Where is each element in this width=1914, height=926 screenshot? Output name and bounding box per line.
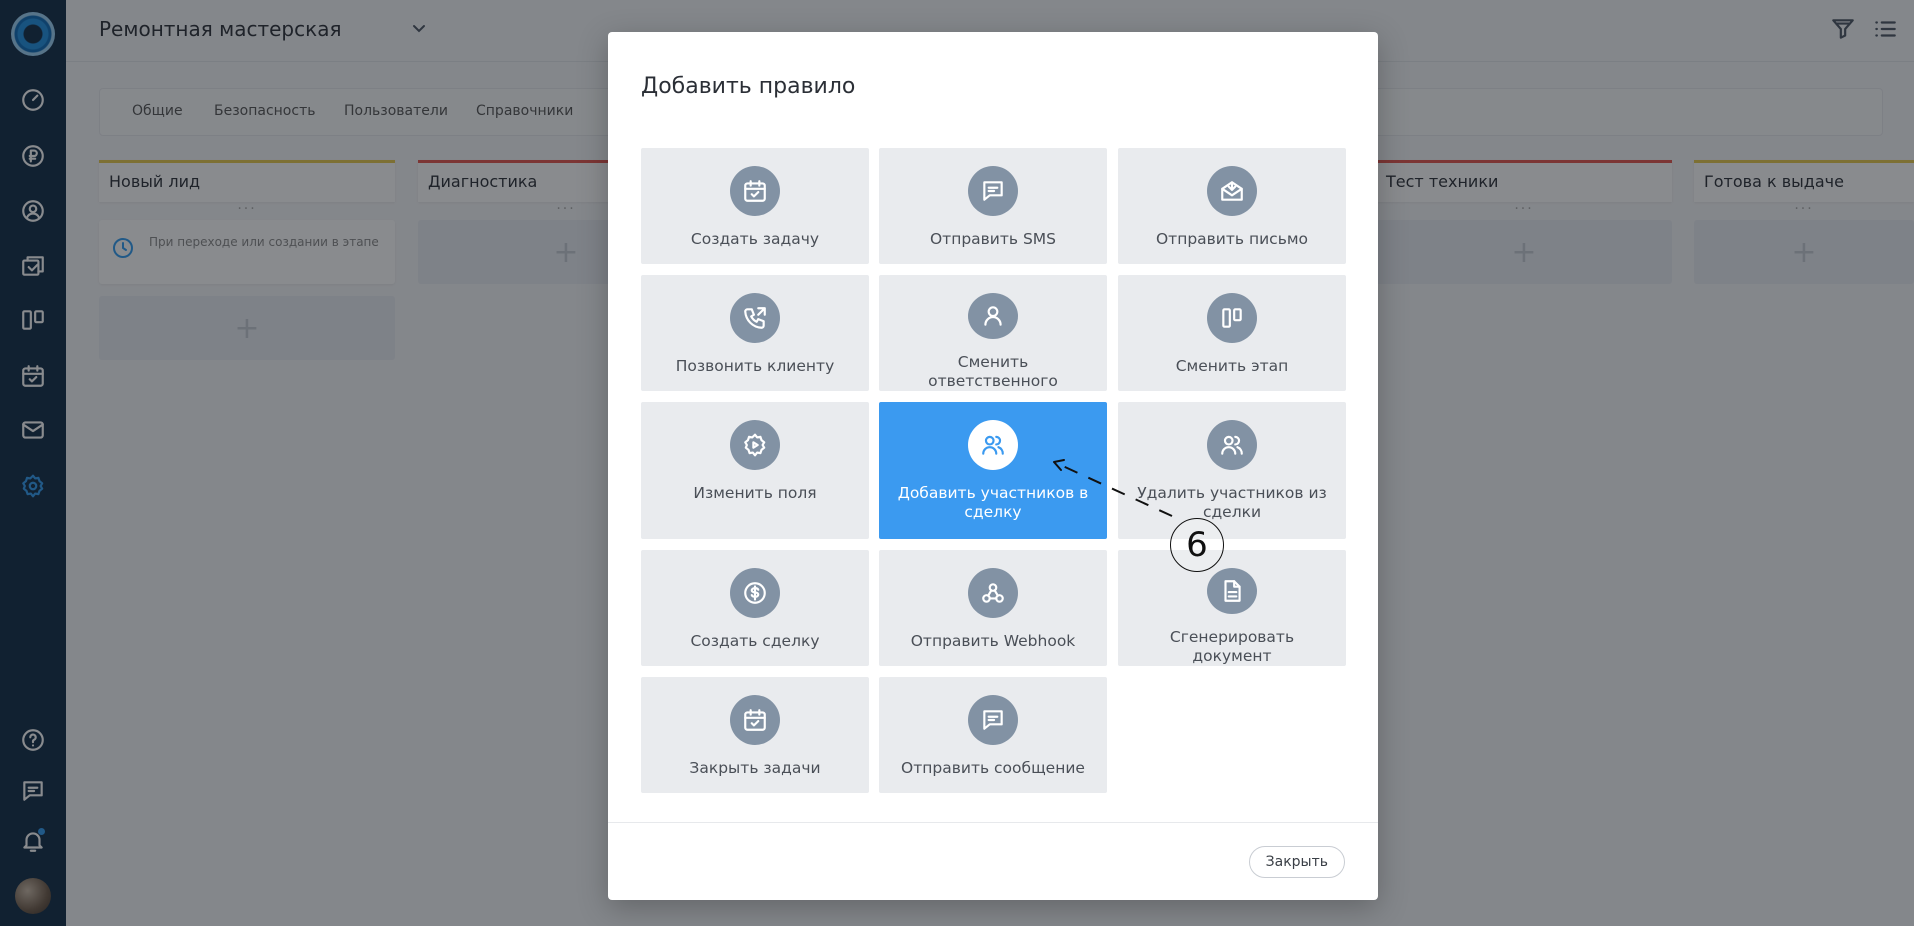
action-create-deal[interactable]: Создать сделку <box>641 550 869 666</box>
dollar-circle-icon <box>730 568 780 618</box>
user-icon <box>968 293 1018 339</box>
action-label: Закрыть задачи <box>689 759 821 777</box>
message-icon <box>968 695 1018 745</box>
action-label: Отправить SMS <box>929 230 1057 248</box>
calendar-check-icon <box>730 166 780 216</box>
action-send-sms[interactable]: Отправить SMS <box>879 148 1107 264</box>
action-remove-participants[interactable]: Удалить участников из сделки <box>1118 402 1346 539</box>
action-label: Создать сделку <box>690 632 820 650</box>
action-change-stage[interactable]: Сменить этап <box>1118 275 1346 391</box>
action-close-tasks[interactable]: Закрыть задачи <box>641 677 869 793</box>
users-icon <box>1207 420 1257 470</box>
columns-icon <box>1207 293 1257 343</box>
action-label: Добавить участников в сделку <box>897 484 1089 521</box>
action-send-email[interactable]: Отправить письмо <box>1118 148 1346 264</box>
action-label: Отправить Webhook <box>910 632 1076 650</box>
users-icon <box>968 420 1018 470</box>
action-add-participants[interactable]: Добавить участников в сделку <box>879 402 1107 539</box>
dialog-title: Добавить правило <box>641 74 856 99</box>
message-icon <box>968 166 1018 216</box>
phone-outgoing-icon <box>730 293 780 343</box>
annotation-badge: 6 <box>1170 518 1224 572</box>
webhook-icon <box>968 568 1018 618</box>
action-label: Создать задачу <box>690 230 820 248</box>
add-rule-dialog: Добавить правило Создать задачу Отправит… <box>608 32 1378 900</box>
document-icon <box>1207 568 1257 614</box>
action-label: Отправить письмо <box>1155 230 1309 248</box>
action-label: Отправить сообщение <box>901 759 1085 777</box>
mail-open-icon <box>1207 166 1257 216</box>
gear-icon <box>730 420 780 470</box>
action-send-webhook[interactable]: Отправить Webhook <box>879 550 1107 666</box>
action-call-client[interactable]: Позвонить клиенту <box>641 275 869 391</box>
action-generate-document[interactable]: Сгенерировать документ <box>1118 550 1346 666</box>
action-label: Удалить участников из сделки <box>1137 484 1327 521</box>
footer-divider <box>608 822 1378 823</box>
close-button[interactable]: Закрыть <box>1248 846 1345 878</box>
action-label: Сменить ответственного <box>928 353 1058 390</box>
action-label: Изменить поля <box>693 484 817 502</box>
calendar-check-icon <box>730 695 780 745</box>
action-send-message[interactable]: Отправить сообщение <box>879 677 1107 793</box>
action-edit-fields[interactable]: Изменить поля <box>641 402 869 539</box>
action-change-owner[interactable]: Сменить ответственного <box>879 275 1107 391</box>
action-create-task[interactable]: Создать задачу <box>641 148 869 264</box>
action-label: Сменить этап <box>1175 357 1289 375</box>
action-label: Позвонить клиенту <box>675 357 835 375</box>
action-label: Сгенерировать документ <box>1169 628 1295 665</box>
